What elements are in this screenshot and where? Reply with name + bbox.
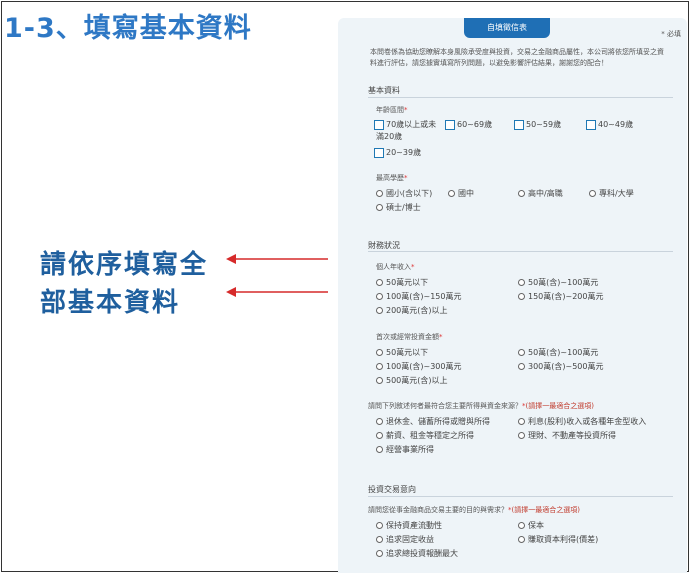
purpose-option[interactable]: 保持資產流動性 bbox=[376, 520, 442, 531]
radio[interactable] bbox=[376, 279, 383, 286]
radio[interactable] bbox=[518, 349, 525, 356]
income-option[interactable]: 50萬(含)~100萬元 bbox=[518, 277, 598, 288]
purpose-option[interactable]: 追求總投資報酬最大 bbox=[376, 548, 458, 559]
section-divider bbox=[368, 251, 673, 252]
purpose-option[interactable]: 保本 bbox=[518, 520, 544, 531]
education-option[interactable]: 專科/大學 bbox=[589, 188, 634, 199]
question-income: 個人年收入* bbox=[376, 263, 415, 271]
radio[interactable] bbox=[518, 536, 525, 543]
radio[interactable] bbox=[376, 536, 383, 543]
income-source-option[interactable]: 利息(股利)收入或各種年金型收入 bbox=[518, 416, 646, 427]
radio[interactable] bbox=[518, 363, 525, 370]
checkbox[interactable] bbox=[514, 119, 524, 130]
question-age: 年齡區間* bbox=[376, 106, 408, 114]
question-income-source: 請問下列敘述何者最符合您主要所得與資金來源？*(請擇一最適合之選項) bbox=[368, 402, 594, 410]
question-purpose: 請問您從事金融商品交易主要的目的與需求？*(請擇一最適合之選項) bbox=[368, 506, 580, 514]
age-option-70plus-cont: 滿20歲 bbox=[376, 132, 403, 141]
purpose-option[interactable]: 賺取資本利得(價差) bbox=[518, 534, 598, 545]
income-option[interactable]: 150萬(含)~200萬元 bbox=[518, 291, 603, 302]
age-option-40-49[interactable]: 40~49歲 bbox=[586, 119, 633, 130]
first-invest-option[interactable]: 50萬(含)~100萬元 bbox=[518, 347, 598, 358]
income-option[interactable]: 100萬(含)~150萬元 bbox=[376, 291, 461, 302]
radio[interactable] bbox=[518, 190, 525, 197]
question-education: 最高學歷* bbox=[376, 174, 408, 182]
section-title-invest: 投資交易意向 bbox=[368, 485, 416, 494]
radio[interactable] bbox=[518, 432, 525, 439]
education-option[interactable]: 高中/高職 bbox=[518, 188, 563, 199]
section-title-basic: 基本資料 bbox=[368, 86, 400, 95]
checkbox[interactable] bbox=[374, 147, 384, 158]
slide-title: 1-3、填寫基本資料 bbox=[4, 13, 252, 44]
income-source-option[interactable]: 理財、不動產等投資所得 bbox=[518, 430, 616, 441]
checkbox[interactable] bbox=[445, 119, 455, 130]
instruction-note-line2: 部基本資料 bbox=[40, 288, 181, 318]
radio[interactable] bbox=[376, 204, 383, 211]
education-option[interactable]: 國中 bbox=[448, 188, 474, 199]
radio[interactable] bbox=[376, 307, 383, 314]
survey-form: 自填徵信表 * 必填 本問卷係為協助您瞭解本身風險承受度與投資，交易之金融商品屬… bbox=[338, 18, 687, 573]
income-option[interactable]: 50萬元以下 bbox=[376, 277, 428, 288]
radio[interactable] bbox=[376, 349, 383, 356]
income-source-option[interactable]: 退休金、儲蓄所得或贈與所得 bbox=[376, 416, 490, 427]
radio[interactable] bbox=[376, 432, 383, 439]
radio[interactable] bbox=[376, 550, 383, 557]
income-source-option[interactable]: 經營事業所得 bbox=[376, 444, 434, 455]
radio[interactable] bbox=[376, 363, 383, 370]
first-invest-option[interactable]: 100萬(含)~300萬元 bbox=[376, 361, 461, 372]
arrow-left-icon bbox=[226, 254, 328, 264]
age-option-70plus[interactable]: 70歲以上或未 bbox=[374, 119, 436, 130]
radio[interactable] bbox=[376, 522, 383, 529]
section-divider bbox=[368, 496, 673, 497]
radio[interactable] bbox=[518, 279, 525, 286]
first-invest-option[interactable]: 50萬元以下 bbox=[376, 347, 428, 358]
radio[interactable] bbox=[518, 293, 525, 300]
education-option[interactable]: 碩士/博士 bbox=[376, 202, 421, 213]
radio[interactable] bbox=[376, 293, 383, 300]
radio[interactable] bbox=[376, 377, 383, 384]
section-title-finance: 財務狀況 bbox=[368, 241, 400, 250]
age-option-60-69[interactable]: 60~69歲 bbox=[445, 119, 492, 130]
section-divider bbox=[368, 97, 673, 98]
income-source-option[interactable]: 薪資、租金等穩定之所得 bbox=[376, 430, 474, 441]
first-invest-option[interactable]: 500萬元(含)以上 bbox=[376, 375, 448, 386]
first-invest-option[interactable]: 300萬(含)~500萬元 bbox=[518, 361, 603, 372]
income-option[interactable]: 200萬元(含)以上 bbox=[376, 305, 448, 316]
form-intro: 本問卷係為協助您瞭解本身風險承受度與投資，交易之金融商品屬性，本公司將依您所填妥… bbox=[370, 48, 664, 67]
radio[interactable] bbox=[448, 190, 455, 197]
arrow-left-icon bbox=[226, 287, 328, 297]
radio[interactable] bbox=[518, 418, 525, 425]
purpose-option[interactable]: 追求固定收益 bbox=[376, 534, 434, 545]
age-option-20-39[interactable]: 20~39歲 bbox=[374, 147, 421, 158]
instruction-note-line1: 請依序填寫全 bbox=[40, 250, 209, 280]
education-option[interactable]: 國小(含以下) bbox=[376, 188, 432, 199]
radio[interactable] bbox=[518, 522, 525, 529]
radio[interactable] bbox=[376, 190, 383, 197]
radio[interactable] bbox=[376, 446, 383, 453]
question-first-invest: 首次或經常投資金額* bbox=[376, 333, 443, 341]
required-note: * 必填 bbox=[661, 30, 681, 38]
checkbox[interactable] bbox=[374, 119, 384, 130]
checkbox[interactable] bbox=[586, 119, 596, 130]
age-option-50-59[interactable]: 50~59歲 bbox=[514, 119, 561, 130]
form-tab[interactable]: 自填徵信表 bbox=[464, 18, 550, 38]
radio[interactable] bbox=[589, 190, 596, 197]
radio[interactable] bbox=[376, 418, 383, 425]
